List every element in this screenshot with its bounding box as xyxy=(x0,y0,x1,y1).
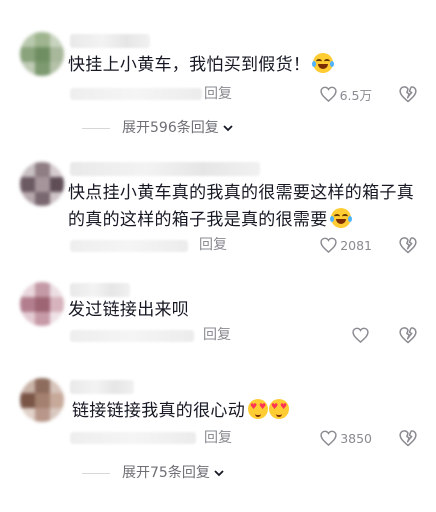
like-button[interactable]: 2081 xyxy=(320,237,372,253)
laughing-crying-emoji-icon xyxy=(312,53,335,73)
comment-item: 链接链接我真的很心动 ♥ ♥ ♥ ♥ 回复 3850 展开75条回复 xyxy=(0,370,436,512)
heart-icon xyxy=(352,327,369,343)
expand-replies-label: 展开75条回复 xyxy=(122,465,210,481)
username[interactable] xyxy=(70,380,134,394)
divider xyxy=(82,127,110,129)
comment-meta xyxy=(70,88,202,100)
username[interactable] xyxy=(70,34,150,48)
avatar[interactable] xyxy=(20,282,64,326)
comment-item: 发过链接出来呗 回复 xyxy=(0,270,436,370)
comment-text: 发过链接出来呗 xyxy=(68,300,190,320)
expand-replies[interactable]: 展开596条回复 xyxy=(82,120,233,136)
username[interactable] xyxy=(70,162,260,176)
comment-text: 快挂上小黄车，我怕买到假货！ xyxy=(68,52,416,79)
heart-eyes-emoji-icon: ♥ ♥ xyxy=(248,399,268,419)
comment-meta xyxy=(70,240,188,252)
avatar[interactable] xyxy=(20,162,64,206)
comment-meta xyxy=(70,330,194,342)
comment-text: 链接链接我真的很心动 ♥ ♥ ♥ ♥ xyxy=(72,399,289,421)
comment-text: 快点挂小黄车真的我真的很需要这样的箱子真的真的这样的箱子我是真的很需要 xyxy=(68,183,414,230)
like-count: 6.5万 xyxy=(339,87,372,103)
expand-replies[interactable]: 展开75条回复 xyxy=(82,465,224,481)
dislike-icon[interactable] xyxy=(399,326,417,344)
heart-eyes-emoji-icon: ♥ ♥ xyxy=(269,399,289,419)
username[interactable] xyxy=(70,283,130,297)
laughing-crying-emoji-icon xyxy=(329,208,352,228)
like-button[interactable] xyxy=(352,327,372,343)
reply-button[interactable]: 回复 xyxy=(199,237,227,253)
avatar[interactable] xyxy=(20,378,64,422)
like-count: 3850 xyxy=(340,430,372,446)
chevron-down-icon xyxy=(223,125,233,132)
avatar[interactable] xyxy=(20,32,64,76)
expand-replies-label: 展开596条回复 xyxy=(122,120,219,136)
like-button[interactable]: 6.5万 xyxy=(319,86,372,103)
comment-item: 快点挂小黄车真的我真的很需要这样的箱子真的真的这样的箱子我是真的很需要 回复 2… xyxy=(0,150,436,270)
dislike-icon[interactable] xyxy=(399,236,417,254)
divider xyxy=(82,472,110,474)
heart-icon xyxy=(320,430,337,446)
heart-icon xyxy=(320,237,337,253)
reply-button[interactable]: 回复 xyxy=(204,86,232,102)
comment-item: 快挂上小黄车，我怕买到假货！ 回复 6.5万 展开596条回复 xyxy=(0,0,436,150)
like-count: 2081 xyxy=(340,237,372,253)
dislike-icon[interactable] xyxy=(399,429,417,447)
like-button[interactable]: 3850 xyxy=(320,430,372,446)
comment-meta xyxy=(70,432,196,444)
dislike-icon[interactable] xyxy=(399,85,417,103)
reply-button[interactable]: 回复 xyxy=(203,327,231,343)
heart-icon xyxy=(319,86,337,102)
reply-button[interactable]: 回复 xyxy=(204,430,232,446)
chevron-down-icon xyxy=(214,470,224,477)
